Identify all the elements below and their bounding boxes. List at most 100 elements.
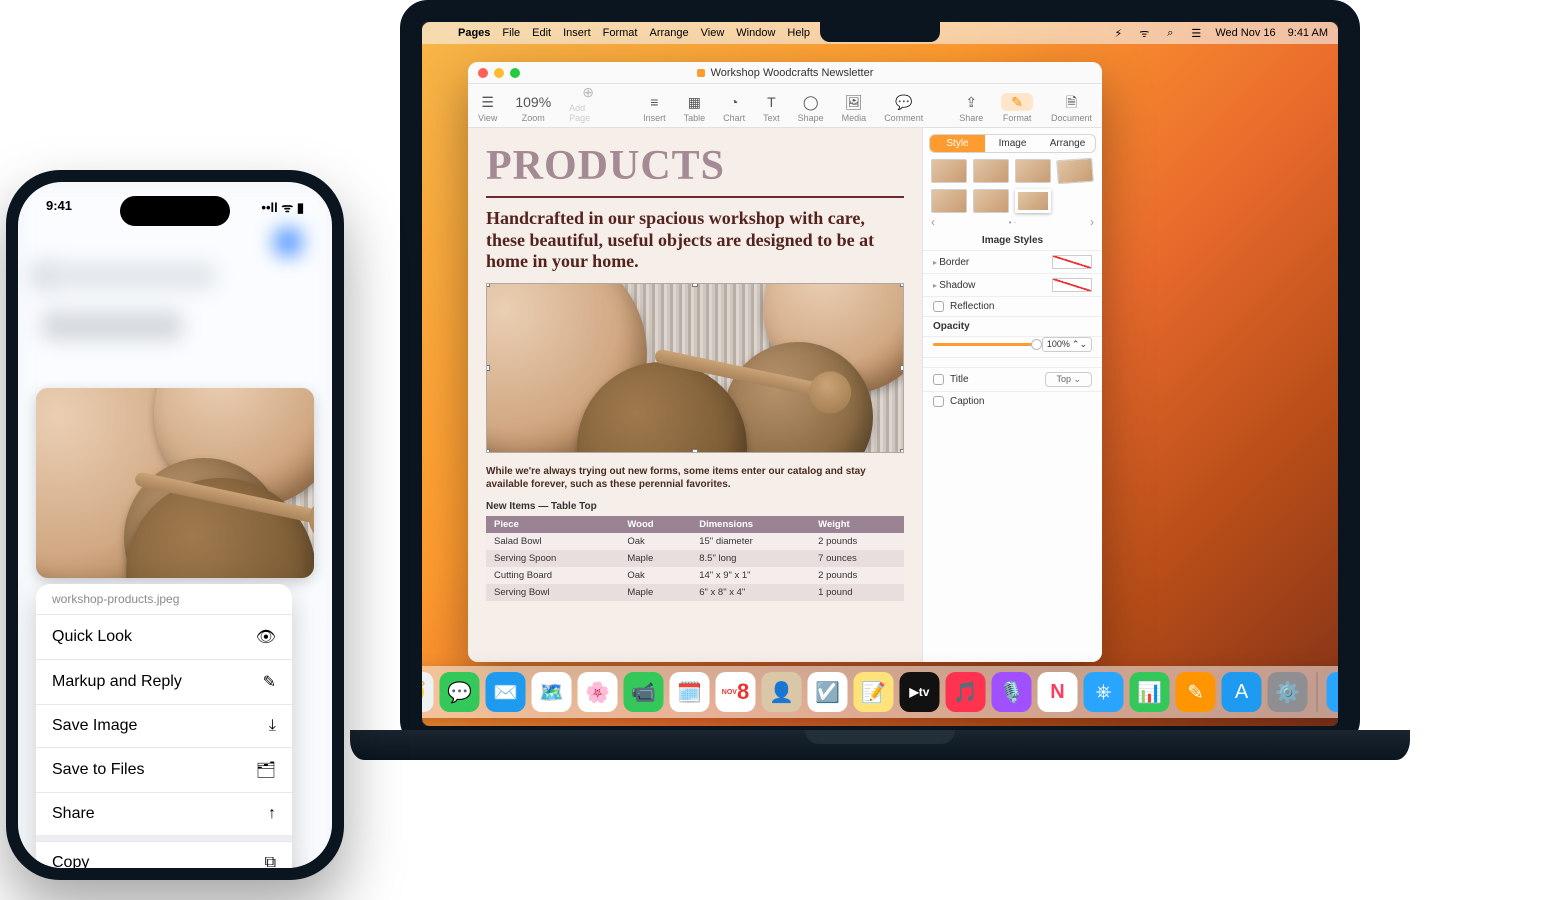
menubar-time[interactable]: 9:41 AM [1288,27,1328,39]
dock-downloads[interactable]: ⬇︎ [1327,672,1339,712]
tb-media[interactable]: 🖼Media [842,93,867,123]
caption-checkbox[interactable] [933,396,944,407]
menu-file[interactable]: File [502,27,520,39]
tb-text[interactable]: TText [763,93,780,123]
dock-app-reminders[interactable]: ☑️ [808,672,848,712]
tb-insert[interactable]: ≡Insert [643,93,666,123]
tab-arrange[interactable]: Arrange [1040,135,1095,152]
wifi-icon[interactable]: ᯤ [1137,26,1151,41]
tb-table[interactable]: ▦Table [684,93,706,123]
dock-app-facetime[interactable]: 📹 [624,672,664,712]
row-reflection[interactable]: Reflection [923,296,1102,316]
menu-item-share[interactable]: Share↑ [36,792,292,835]
dock-app-photos[interactable]: 🌸 [578,672,618,712]
doc-heading[interactable]: PRODUCTS [486,142,904,190]
row-shadow[interactable]: Shadow [923,273,1102,296]
menubar-app[interactable]: Pages [458,27,490,39]
search-icon[interactable]: ⌕ [1163,27,1177,40]
iphone-preview-image[interactable] [36,388,314,578]
doc-selected-image[interactable] [486,283,904,453]
row-caption[interactable]: Caption [923,391,1102,411]
tb-comment[interactable]: 💬Comment [884,93,923,123]
row-title[interactable]: Title Top ⌄ [923,367,1102,391]
border-swatch[interactable] [1052,255,1092,269]
table-header[interactable]: Weight [810,516,904,533]
stepper-icon[interactable]: ⌃⌄ [1072,339,1087,350]
menu-format[interactable]: Format [603,27,638,39]
document-canvas[interactable]: PRODUCTS Handcrafted in our spacious wor… [468,128,922,662]
table-header[interactable]: Piece [486,516,619,533]
table-header[interactable]: Dimensions [691,516,810,533]
battery-icon[interactable]: ⚡︎ [1111,27,1125,40]
dock-app-numbers[interactable]: 📊 [1130,672,1170,712]
doc-table-caption[interactable]: New Items — Table Top [486,501,904,512]
menu-item-copy[interactable]: Copy⧉ [36,841,292,868]
dock[interactable]: 😀🧭💬✉️🗺️🌸📹🗓️NOV8👤☑️📝▶tv🎵🎙️N⎈📊✎A⚙️⬇︎🗑️ [422,666,1338,718]
image-style-thumbs[interactable] [923,159,1102,213]
tab-image[interactable]: Image [985,135,1040,152]
reflection-checkbox[interactable] [933,301,944,312]
dock-app-safari[interactable]: 🧭 [422,672,434,712]
tb-share[interactable]: ⇪Share [959,93,983,123]
dock-app-calendar[interactable]: 🗓️ [670,672,710,712]
menu-item-save-to-files[interactable]: Save to Files🗂 [36,747,292,792]
tb-format[interactable]: ✎Format [1001,93,1033,123]
styles-prev-icon[interactable]: ‹ [931,215,935,229]
dock-app-news[interactable]: N [1038,672,1078,712]
dock-app-messages[interactable]: 💬 [440,672,480,712]
tb-zoom[interactable]: 109%Zoom [515,93,551,123]
menu-edit[interactable]: Edit [532,27,551,39]
table-row[interactable]: Salad BowlOak15" diameter2 pounds [486,533,904,550]
menubar-date[interactable]: Wed Nov 16 [1215,27,1275,39]
menu-item-quick-look[interactable]: Quick Look👁 [36,614,292,659]
minimize-button[interactable] [494,68,504,78]
menu-item-markup-and-reply[interactable]: Markup and Reply✎ [36,659,292,704]
title-position-select[interactable]: Top ⌄ [1045,372,1092,387]
tb-add-page[interactable]: ⊕Add Page [569,83,607,123]
menu-view[interactable]: View [701,27,725,39]
control-center-icon[interactable]: ☰ [1189,27,1203,40]
doc-paragraph[interactable]: While we're always trying out new forms,… [486,465,904,491]
title-checkbox[interactable] [933,374,944,385]
row-border[interactable]: Border [923,250,1102,273]
menu-insert[interactable]: Insert [563,27,591,39]
menu-arrange[interactable]: Arrange [649,27,688,39]
dock-app-settings[interactable]: ⚙️ [1268,672,1308,712]
dock-app-maps[interactable]: 🗺️ [532,672,572,712]
tab-style[interactable]: Style [930,135,985,152]
dock-app-notes[interactable]: 📝 [854,672,894,712]
doc-rule [486,196,904,198]
products-table[interactable]: PieceWoodDimensionsWeight Salad BowlOak1… [486,516,904,601]
inspector-tabs[interactable]: Style Image Arrange [929,134,1096,153]
table-row[interactable]: Serving SpoonMaple8.5" long7 ounces [486,550,904,567]
shadow-swatch[interactable] [1052,278,1092,292]
dock-app-appstore[interactable]: A [1222,672,1262,712]
fullscreen-button[interactable] [510,68,520,78]
tb-view[interactable]: ☰View [478,93,497,123]
opacity-slider[interactable]: 100%⌃⌄ [923,337,1102,351]
styles-next-icon[interactable]: › [1090,215,1094,229]
dock-app-tv[interactable]: ▶tv [900,672,940,712]
menu-window[interactable]: Window [736,27,775,39]
tb-chart[interactable]: ◔Chart [723,93,745,123]
tb-document[interactable]: 🗎Document [1051,93,1092,123]
dock-app-music[interactable]: 🎵 [946,672,986,712]
tb-shape[interactable]: ◯Shape [798,93,824,123]
dock-app-podcasts[interactable]: 🎙️ [992,672,1032,712]
dock-app-mail[interactable]: ✉️ [486,672,526,712]
window-titlebar[interactable]: Workshop Woodcrafts Newsletter [468,62,1102,84]
window-title: Workshop Woodcrafts Newsletter [711,67,874,79]
menu-help[interactable]: Help [787,27,810,39]
close-button[interactable] [478,68,488,78]
table-row[interactable]: Serving BowlMaple6" x 8" x 4"1 pound [486,584,904,601]
doc-lead[interactable]: Handcrafted in our spacious workshop wit… [486,208,904,273]
dock-app-control[interactable]: ⎈ [1084,672,1124,712]
dock-app-cal-date[interactable]: NOV8 [716,672,756,712]
inspector-section: Image Styles [923,235,1102,246]
dock-app-contacts[interactable]: 👤 [762,672,802,712]
menu-item-save-image[interactable]: Save Image⤓ [36,704,292,747]
table-row[interactable]: Cutting BoardOak14" x 9" x 1"2 pounds [486,567,904,584]
dock-app-pages[interactable]: ✎ [1176,672,1216,712]
table-header[interactable]: Wood [619,516,691,533]
save-to-files-icon: 🗂 [256,760,276,780]
